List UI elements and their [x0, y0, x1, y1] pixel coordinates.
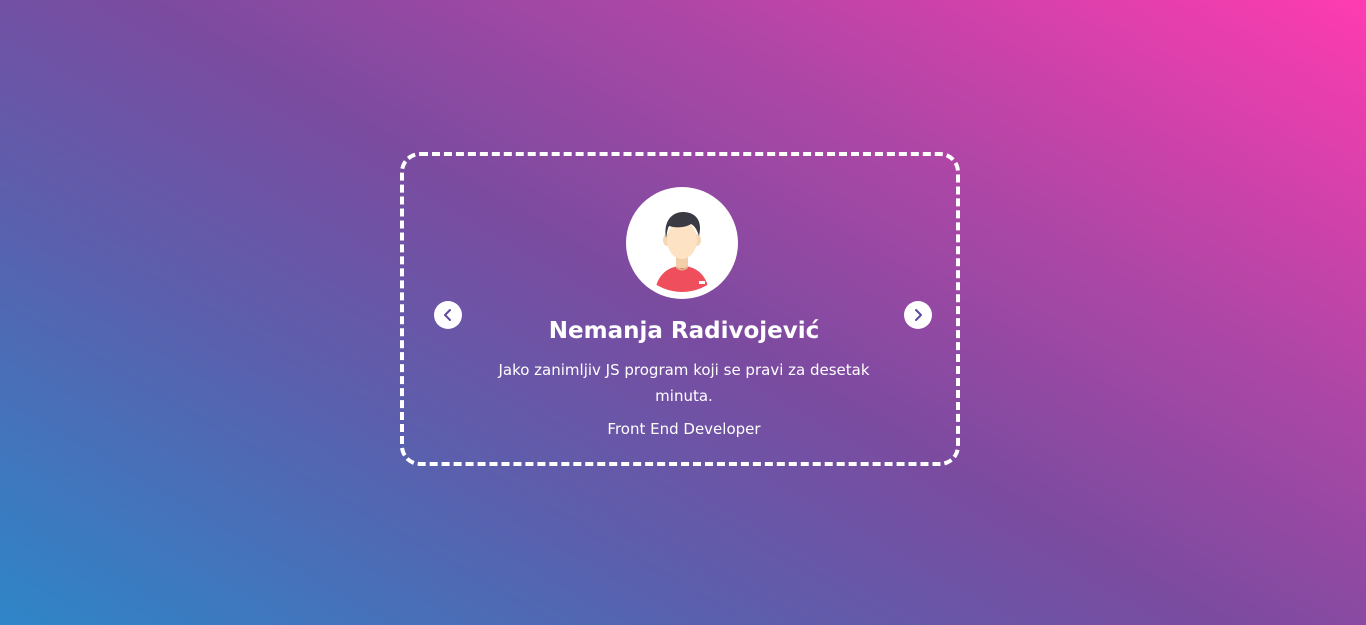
testimonial-role: Front End Developer	[607, 420, 761, 438]
testimonial-card: Nemanja Radivojević Jako zanimljiv JS pr…	[400, 152, 960, 466]
testimonial-name: Nemanja Radivojević	[548, 318, 820, 344]
testimonial-quote: Jako zanimljiv JS program koji se pravi …	[498, 361, 870, 405]
user-avatar-icon	[633, 194, 731, 292]
avatar	[626, 187, 738, 299]
